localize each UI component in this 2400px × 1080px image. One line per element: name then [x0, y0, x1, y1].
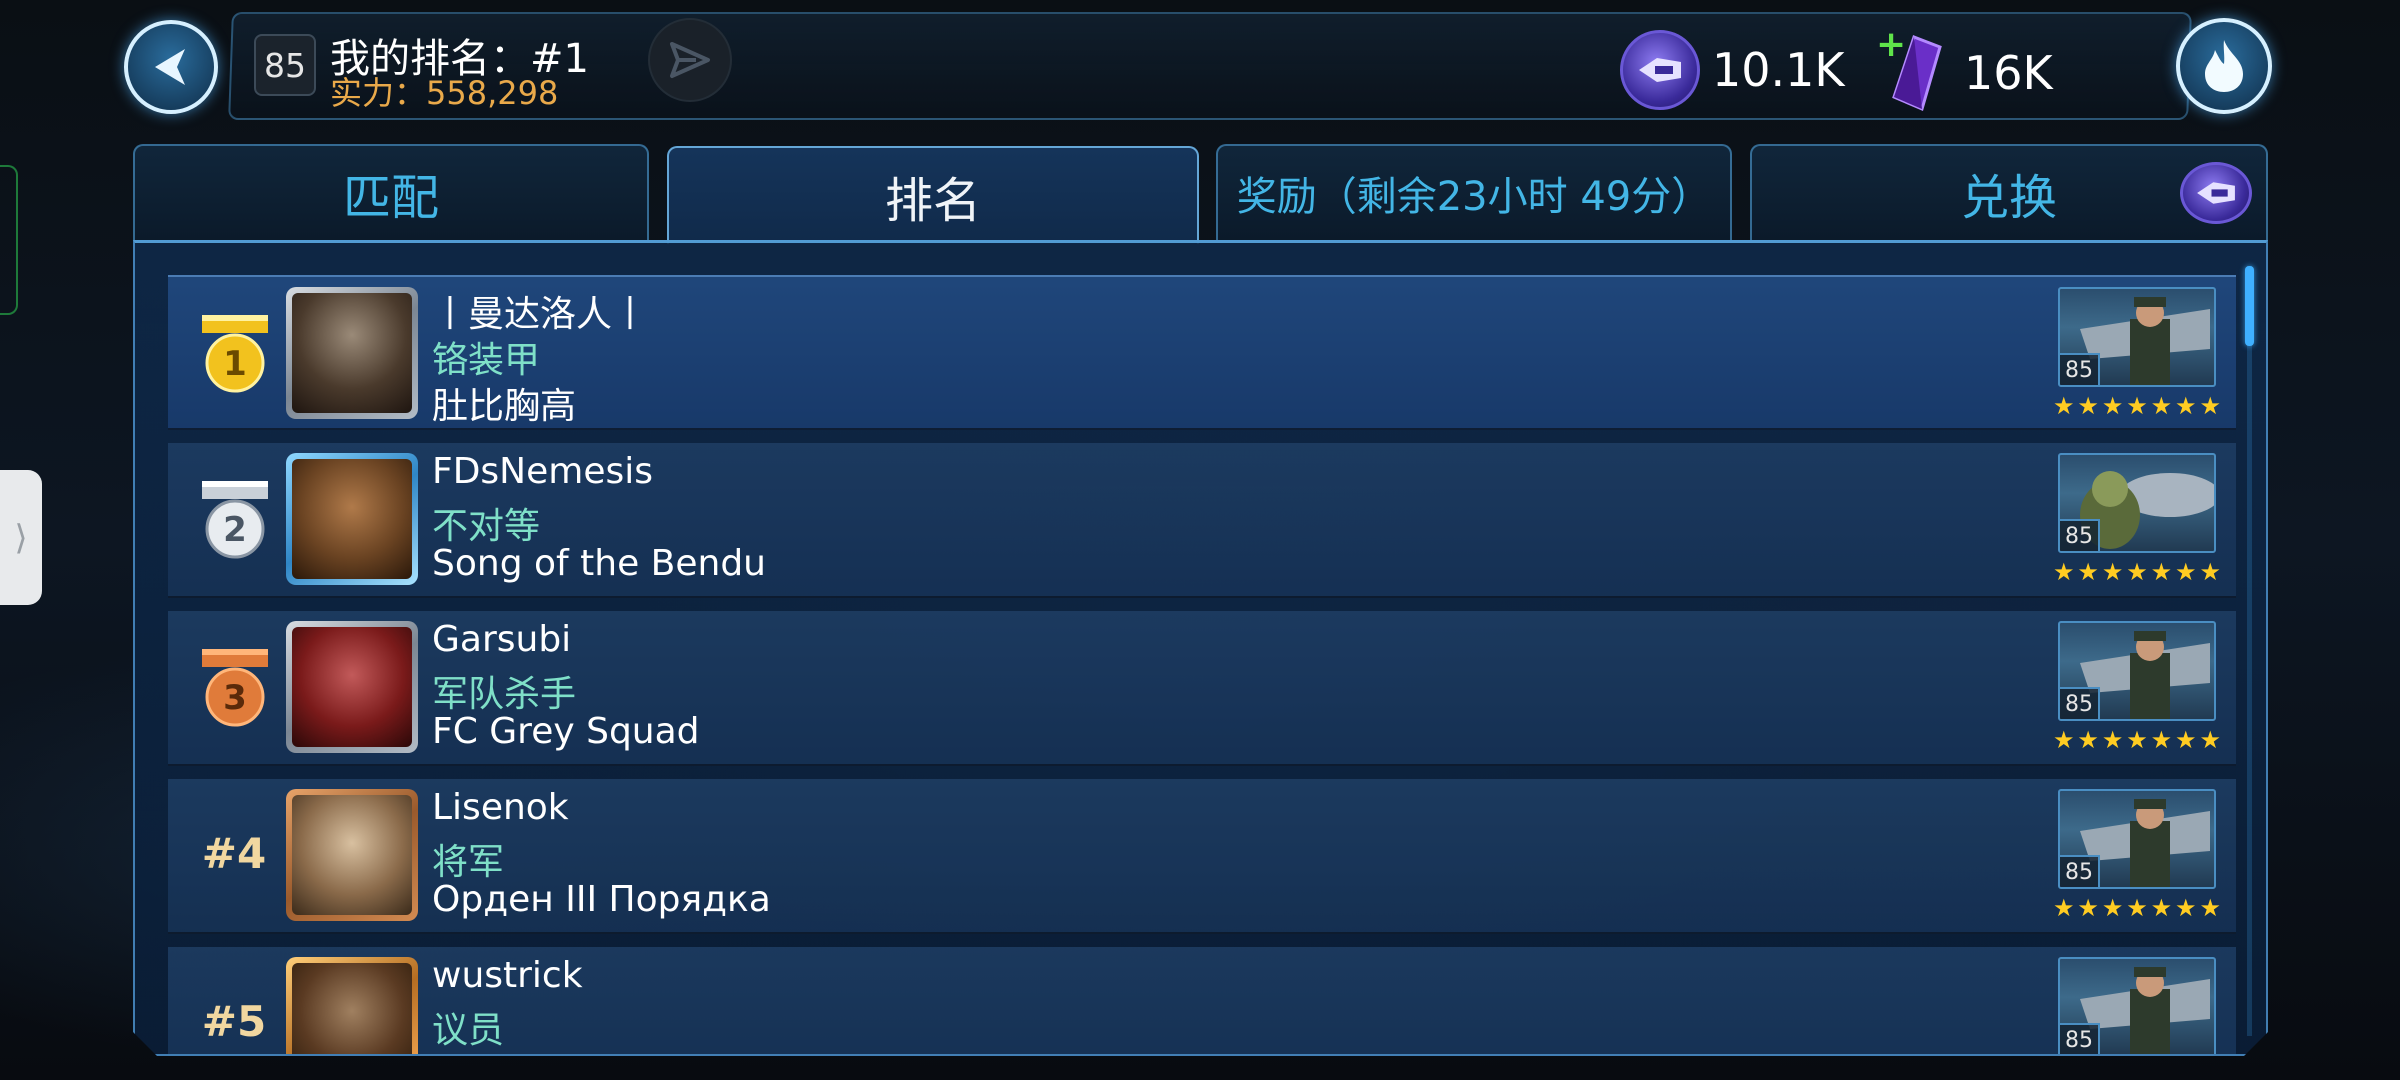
- ship-level: 85: [2058, 519, 2100, 553]
- player-title: 将军: [432, 842, 505, 883]
- ship-level: 85: [2058, 687, 2100, 721]
- player-title: 铬装甲: [432, 340, 541, 381]
- leaderboard-row[interactable]: 3 Garsubi 军队杀手 FC Grey Squad 85 ★ ★ ★ ★ ★ ★ ★: [168, 611, 2236, 766]
- ship-token-amount: 10.1K: [1712, 43, 1845, 97]
- ship-portrait[interactable]: 85: [2058, 621, 2216, 721]
- player-name: Lisenok: [432, 787, 569, 828]
- ship-portrait[interactable]: 85: [2058, 453, 2216, 553]
- player-title: 议员: [432, 1010, 505, 1051]
- ship-level: 85: [2058, 1023, 2100, 1056]
- rank-number: 1: [223, 344, 247, 384]
- avatar[interactable]: [286, 287, 418, 419]
- back-button[interactable]: [124, 20, 218, 114]
- player-name: FDsNemesis: [432, 451, 653, 492]
- rank-number: 3: [223, 678, 247, 718]
- ship-level: 85: [2058, 855, 2100, 889]
- leaderboard-row[interactable]: #5 wustrick 议员 85: [168, 947, 2236, 1056]
- tab-match[interactable]: 匹配: [133, 144, 649, 240]
- ship-portrait[interactable]: 85: [2058, 287, 2216, 387]
- flame-icon: [2205, 40, 2243, 92]
- rank-number: 2: [223, 510, 247, 550]
- player-name: wustrick: [432, 955, 583, 996]
- leaderboard-row[interactable]: #4 Lisenok 将军 Орден III Порядка 85 ★ ★ ★ ★ ★…: [168, 779, 2236, 934]
- edge-indicator: [0, 165, 18, 315]
- crystal-currency[interactable]: + 16K: [1876, 24, 2053, 116]
- my-power-label: 实力：558,298: [330, 74, 559, 112]
- ship-portrait[interactable]: 85: [2058, 789, 2216, 889]
- send-button[interactable]: [648, 18, 732, 102]
- scrollbar-thumb[interactable]: [2245, 266, 2254, 346]
- avatar[interactable]: [286, 789, 418, 921]
- avatar[interactable]: [286, 957, 418, 1056]
- ship-portrait[interactable]: 85: [2058, 957, 2216, 1056]
- player-guild: FC Grey Squad: [432, 711, 700, 752]
- leaderboard-row[interactable]: 1 丨曼达洛人丨 铬装甲 肚比胸高 85 ★ ★ ★ ★ ★ ★ ★: [168, 275, 2236, 430]
- avatar[interactable]: [286, 453, 418, 585]
- ship-token-icon: [1620, 30, 1700, 110]
- side-drawer-handle[interactable]: ⟩: [0, 470, 42, 605]
- player-level-badge: 85: [254, 34, 316, 96]
- leaderboard-panel: 1 丨曼达洛人丨 铬装甲 肚比胸高 85 ★ ★ ★ ★ ★ ★ ★ 2 FDs…: [133, 240, 2268, 1056]
- player-name: 丨曼达洛人丨: [432, 294, 649, 335]
- tab-rank[interactable]: 排名: [667, 146, 1199, 244]
- rank-number: #4: [201, 829, 267, 878]
- player-guild: Орден III Порядка: [432, 879, 771, 920]
- leaderboard-row[interactable]: 2 FDsNemesis 不对等 Song of the Bendu 85 ★ ★…: [168, 443, 2236, 598]
- ship-token-icon: [2180, 162, 2252, 224]
- flame-button[interactable]: [2176, 18, 2272, 114]
- rank-number: #5: [201, 997, 267, 1046]
- add-crystals-icon[interactable]: +: [1876, 24, 1906, 65]
- ship-level: 85: [2058, 353, 2100, 387]
- tab-exchange[interactable]: 兑换: [1750, 144, 2268, 240]
- player-title: 军队杀手: [432, 674, 577, 715]
- player-name: Garsubi: [432, 619, 572, 660]
- crystal-amount: 16K: [1964, 46, 2053, 100]
- star-rating: ★ ★ ★ ★ ★ ★ ★: [2053, 894, 2221, 922]
- tab-exchange-label: 兑换: [1960, 170, 2057, 226]
- crystal-icon: +: [1876, 24, 1952, 116]
- player-guild: 肚比胸高: [432, 386, 577, 427]
- tab-rewards[interactable]: 奖励（剩余23小时 49分）: [1216, 144, 1732, 240]
- player-guild: Song of the Bendu: [432, 543, 766, 584]
- star-rating: ★ ★ ★ ★ ★ ★ ★: [2053, 726, 2221, 754]
- gold-medal-icon: 1: [198, 315, 272, 395]
- scrollbar-track[interactable]: [2247, 266, 2252, 1036]
- bronze-medal-icon: 3: [198, 649, 272, 729]
- send-icon: [670, 42, 710, 78]
- star-rating: ★ ★ ★ ★ ★ ★ ★: [2053, 558, 2221, 586]
- back-arrow-icon: [155, 49, 185, 85]
- ship-token-currency[interactable]: 10.1K: [1620, 30, 1845, 110]
- avatar[interactable]: [286, 621, 418, 753]
- silver-medal-icon: 2: [198, 481, 272, 561]
- star-rating: ★ ★ ★ ★ ★ ★ ★: [2053, 392, 2221, 420]
- player-title: 不对等: [432, 506, 541, 547]
